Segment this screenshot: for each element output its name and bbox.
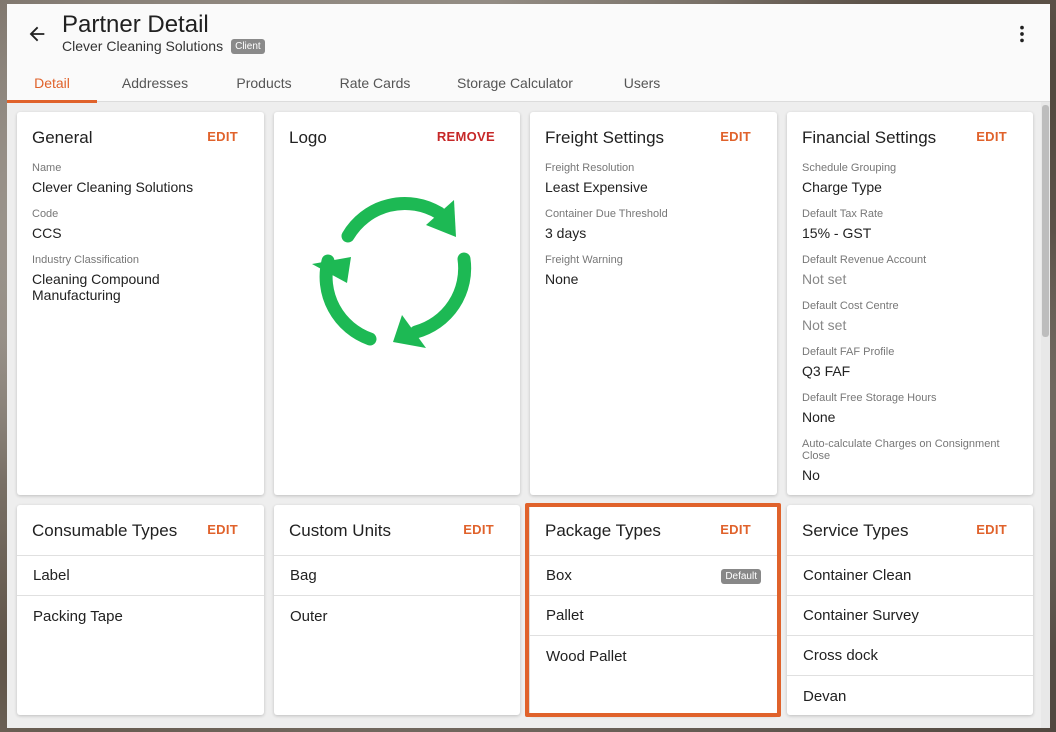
scrollbar[interactable] [1041, 102, 1050, 728]
scroll-thumb[interactable] [1042, 105, 1049, 337]
more-menu-button[interactable] [1008, 20, 1036, 48]
app-bar: Partner Detail Clever Cleaning Solutions… [7, 4, 1050, 64]
tab-storage-calculator[interactable]: Storage Calculator [443, 64, 587, 102]
field-default-free-storage-hours: Default Free Storage Hours None [802, 392, 937, 425]
card-title: Service Types [802, 521, 909, 540]
list-item[interactable]: Outer [274, 596, 520, 636]
tab-users[interactable]: Users [607, 64, 677, 102]
page-title: Partner Detail [62, 11, 209, 38]
field-default-cost-centre: Default Cost Centre Not set [802, 300, 899, 333]
app-window: Partner Detail Clever Cleaning Solutions… [7, 4, 1050, 728]
general-edit-button[interactable]: EDIT [207, 129, 238, 144]
freight-settings-card: Freight Settings EDIT Freight Resolution… [530, 112, 777, 495]
field-schedule-grouping: Schedule Grouping Charge Type [802, 162, 897, 195]
field-auto-calculate-charges: Auto-calculate Charges on Consignment Cl… [802, 438, 1000, 483]
list-item[interactable]: Box Default [530, 556, 777, 596]
partner-name: Clever Cleaning Solutions [62, 38, 224, 54]
service-types-card: Service Types EDIT Container Clean Conta… [787, 505, 1033, 715]
list-item[interactable]: Bag [274, 556, 520, 596]
tab-indicator [7, 100, 97, 103]
recycle-arrows-icon [312, 197, 472, 348]
card-title: Financial Settings [802, 128, 937, 147]
logo-remove-button[interactable]: REMOVE [437, 129, 495, 144]
field-default-faf-profile: Default FAF Profile Q3 FAF [802, 346, 895, 379]
list-item[interactable]: Label [17, 556, 264, 596]
logo-card: Logo REMOVE [274, 112, 520, 495]
field-default-revenue-account: Default Revenue Account Not set [802, 254, 927, 287]
default-badge: Default [721, 569, 761, 584]
back-button[interactable] [23, 20, 51, 48]
consumable-types-card: Consumable Types EDIT Label Packing Tape [17, 505, 264, 715]
list-item[interactable]: Cross dock [787, 636, 1033, 676]
consumable-edit-button[interactable]: EDIT [207, 522, 238, 537]
card-title: Logo [289, 128, 327, 147]
more-vert-icon [1020, 25, 1024, 43]
field-industry-classification: Industry Classification Cleaning Compoun… [32, 254, 160, 303]
card-title: Package Types [545, 521, 661, 540]
arrow-left-icon [29, 26, 45, 42]
list-item[interactable]: Container Survey [787, 596, 1033, 636]
field-default-tax-rate: Default Tax Rate 15% - GST [802, 208, 884, 241]
card-title: General [32, 128, 93, 147]
custom-units-edit-button[interactable]: EDIT [463, 522, 494, 537]
list-item[interactable]: Wood Pallet [530, 636, 777, 676]
financial-edit-button[interactable]: EDIT [976, 129, 1007, 144]
list-item[interactable]: Pallet [530, 596, 777, 636]
list-item[interactable]: Container Clean [787, 556, 1033, 596]
tab-addresses[interactable]: Addresses [105, 64, 205, 102]
card-title: Consumable Types [32, 521, 178, 540]
field-code: Code CCS [32, 208, 62, 241]
list-item[interactable]: Devan [787, 676, 1033, 715]
custom-units-card: Custom Units EDIT Bag Outer [274, 505, 520, 715]
subtitle-row: Clever Cleaning Solutions Client [62, 38, 265, 54]
field-freight-warning: Freight Warning None [545, 254, 623, 287]
general-card: General EDIT Name Clever Cleaning Soluti… [17, 112, 264, 495]
package-types-edit-button[interactable]: EDIT [720, 522, 751, 537]
tab-bar: Detail Addresses Products Rate Cards Sto… [7, 64, 1050, 103]
tab-rate-cards[interactable]: Rate Cards [325, 64, 425, 102]
tab-products[interactable]: Products [219, 64, 309, 102]
client-badge: Client [231, 38, 265, 54]
list-item[interactable]: Packing Tape [17, 596, 264, 636]
service-types-edit-button[interactable]: EDIT [976, 522, 1007, 537]
card-title: Custom Units [289, 521, 392, 540]
tab-detail[interactable]: Detail [7, 64, 97, 103]
field-name: Name Clever Cleaning Solutions [32, 162, 194, 195]
financial-settings-card: Financial Settings EDIT Schedule Groupin… [787, 112, 1033, 495]
package-types-card: Package Types EDIT Box Default Pallet Wo… [530, 505, 777, 715]
field-freight-resolution: Freight Resolution Least Expensive [545, 162, 648, 195]
freight-edit-button[interactable]: EDIT [720, 129, 751, 144]
field-container-due-threshold: Container Due Threshold 3 days [545, 208, 668, 241]
card-title: Freight Settings [545, 128, 665, 147]
